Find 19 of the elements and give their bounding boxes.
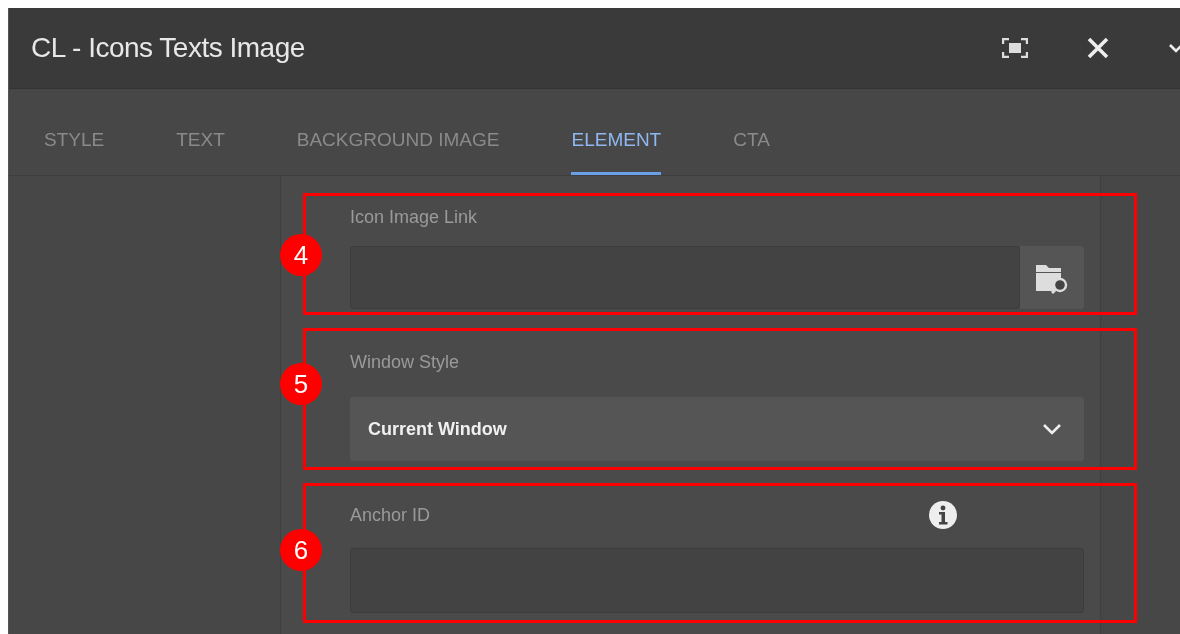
fullscreen-icon[interactable] bbox=[1002, 38, 1028, 58]
tab[interactable]: STYLE bbox=[44, 89, 105, 175]
number-badge: 4 bbox=[280, 234, 322, 276]
tab[interactable]: BACKGROUND IMAGE bbox=[296, 89, 500, 175]
browse-button[interactable] bbox=[1020, 246, 1084, 309]
info-icon[interactable] bbox=[928, 500, 958, 530]
tab[interactable]: CTA bbox=[733, 89, 770, 175]
number-badge: 5 bbox=[280, 363, 322, 405]
field-label: Anchor ID bbox=[350, 504, 431, 526]
chevron-down-icon[interactable] bbox=[1168, 42, 1180, 54]
field-label: Window Style bbox=[350, 351, 460, 373]
field-label: Icon Image Link bbox=[350, 206, 478, 228]
window-style-dropdown[interactable]: Current Window bbox=[350, 397, 1084, 461]
number-badge: 6 bbox=[280, 529, 322, 571]
chevron-down-icon bbox=[1042, 423, 1062, 435]
path-input-field[interactable] bbox=[350, 246, 1020, 309]
tab[interactable]: TEXT bbox=[176, 89, 225, 175]
dialog-title: CL - Icons Texts Image bbox=[31, 32, 305, 64]
close-icon[interactable] bbox=[1086, 36, 1110, 60]
